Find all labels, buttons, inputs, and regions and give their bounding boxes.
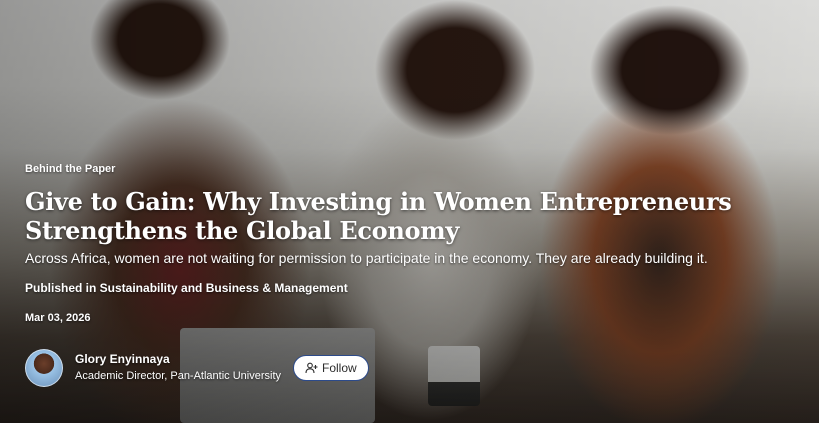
author-role: Academic Director, Pan-Atlantic Universi… bbox=[75, 370, 282, 382]
publish-date: Mar 03, 2026 bbox=[25, 312, 91, 324]
article-subtitle: Across Africa, women are not waiting for… bbox=[25, 250, 708, 266]
follow-button[interactable]: Follow bbox=[293, 355, 369, 381]
add-user-icon bbox=[305, 362, 318, 374]
article-title-line2: Strengthens the Global Economy bbox=[25, 216, 459, 245]
published-in[interactable]: Published in Sustainability and Business… bbox=[25, 281, 785, 295]
author-name[interactable]: Glory Enyinnaya bbox=[75, 352, 281, 367]
article-title: Give to Gain: Why Investing in Women Ent… bbox=[25, 187, 785, 245]
article-header: Behind the Paper Give to Gain: Why Inves… bbox=[25, 163, 785, 324]
article-title-line1: Give to Gain: Why Investing in Women Ent… bbox=[25, 187, 732, 216]
article-category: Behind the Paper bbox=[25, 163, 116, 175]
follow-label: Follow bbox=[322, 361, 357, 375]
hero-banner: Behind the Paper Give to Gain: Why Inves… bbox=[0, 0, 819, 423]
author-block: Glory Enyinnaya Academic Director, Pan-A… bbox=[25, 349, 369, 387]
avatar[interactable] bbox=[25, 349, 63, 387]
author-info: Glory Enyinnaya Academic Director, Pan-A… bbox=[75, 352, 281, 384]
